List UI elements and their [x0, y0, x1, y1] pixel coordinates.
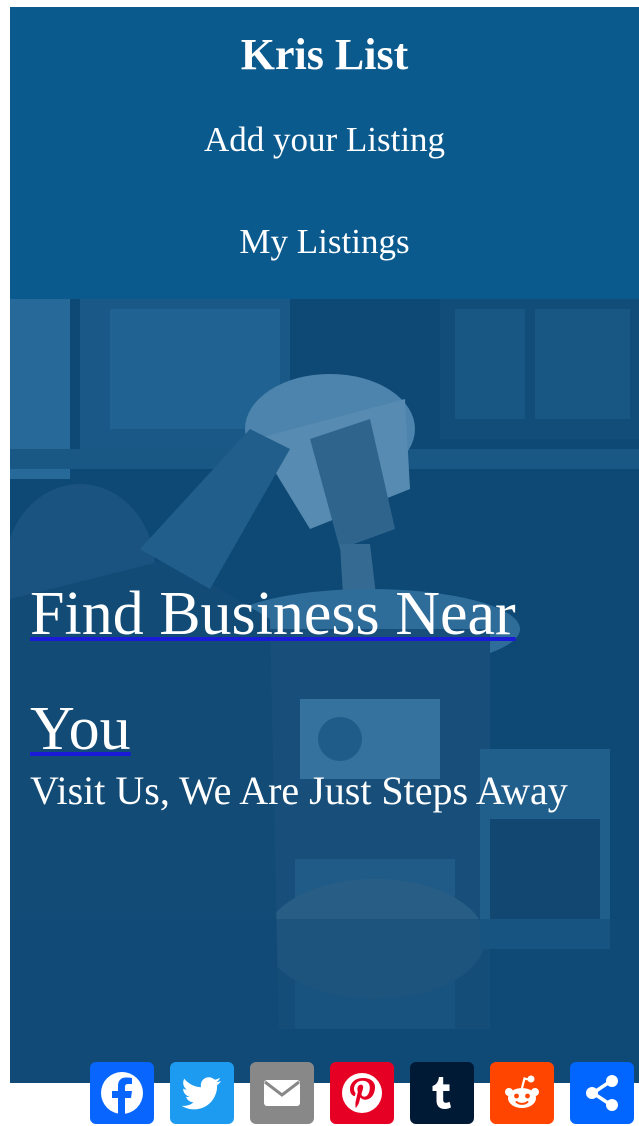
hero-subtitle: Visit Us, We Are Just Steps Away: [30, 768, 568, 813]
reddit-share-button[interactable]: [490, 1062, 554, 1124]
email-share-button[interactable]: [250, 1062, 314, 1124]
facebook-share-button[interactable]: [90, 1062, 154, 1124]
site-header: Kris List Add your Listing My Listings: [10, 7, 639, 299]
facebook-icon: [101, 1072, 143, 1115]
email-icon: [264, 1080, 300, 1106]
share-icon: [586, 1075, 618, 1111]
pinterest-icon: [342, 1073, 382, 1113]
tumblr-share-button[interactable]: [410, 1062, 474, 1124]
hero-banner: Find Business Near You Visit Us, We Are …: [10, 299, 639, 1083]
nav-my-listings[interactable]: My Listings: [10, 221, 639, 263]
page: Kris List Add your Listing My Listings F…: [0, 0, 639, 1126]
twitter-share-button[interactable]: [170, 1062, 234, 1124]
site-brand[interactable]: Kris List: [10, 29, 639, 81]
reddit-icon: [505, 1075, 539, 1108]
more-share-button[interactable]: [570, 1062, 634, 1124]
twitter-icon: [181, 1077, 221, 1110]
hero-title-link[interactable]: Find Business Near You: [30, 580, 516, 763]
nav-add-listing[interactable]: Add your Listing: [10, 119, 639, 161]
tumblr-icon: [432, 1077, 451, 1109]
hero-title: Find Business Near You: [30, 557, 610, 787]
pinterest-share-button[interactable]: [330, 1062, 394, 1124]
